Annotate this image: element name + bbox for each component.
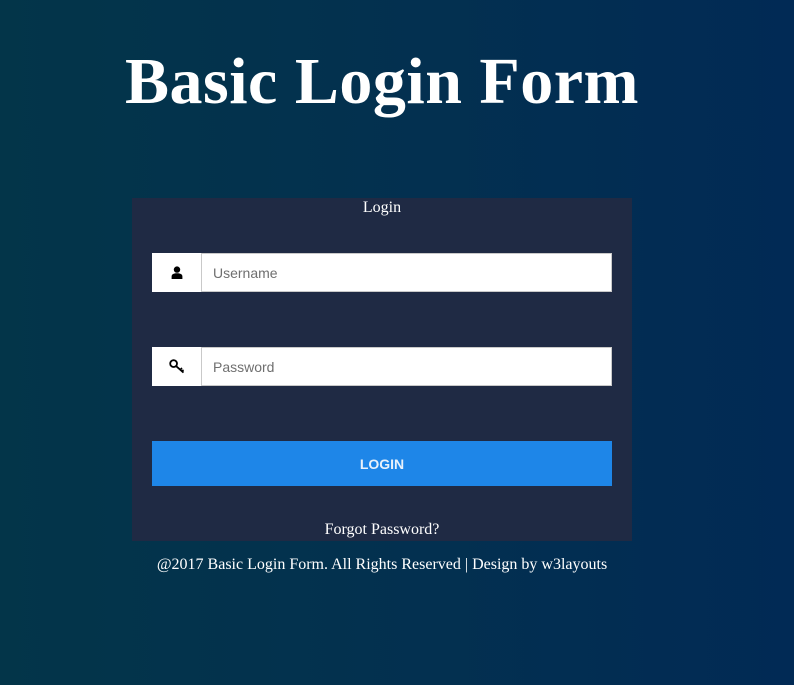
login-heading: Login — [362, 199, 402, 216]
login-panel: Login LOGIN Forgot Password? — [132, 198, 632, 541]
password-row — [152, 347, 612, 386]
user-icon — [152, 253, 202, 292]
forgot-password-link[interactable]: Forgot Password? — [132, 521, 632, 539]
key-icon — [152, 347, 202, 386]
page-title: Basic Login Form — [125, 45, 639, 118]
password-input[interactable] — [202, 347, 612, 386]
login-button[interactable]: LOGIN — [152, 441, 612, 486]
username-input[interactable] — [202, 253, 612, 292]
footer-text: @2017 Basic Login Form. All Rights Reser… — [156, 556, 608, 573]
username-row — [152, 253, 612, 292]
